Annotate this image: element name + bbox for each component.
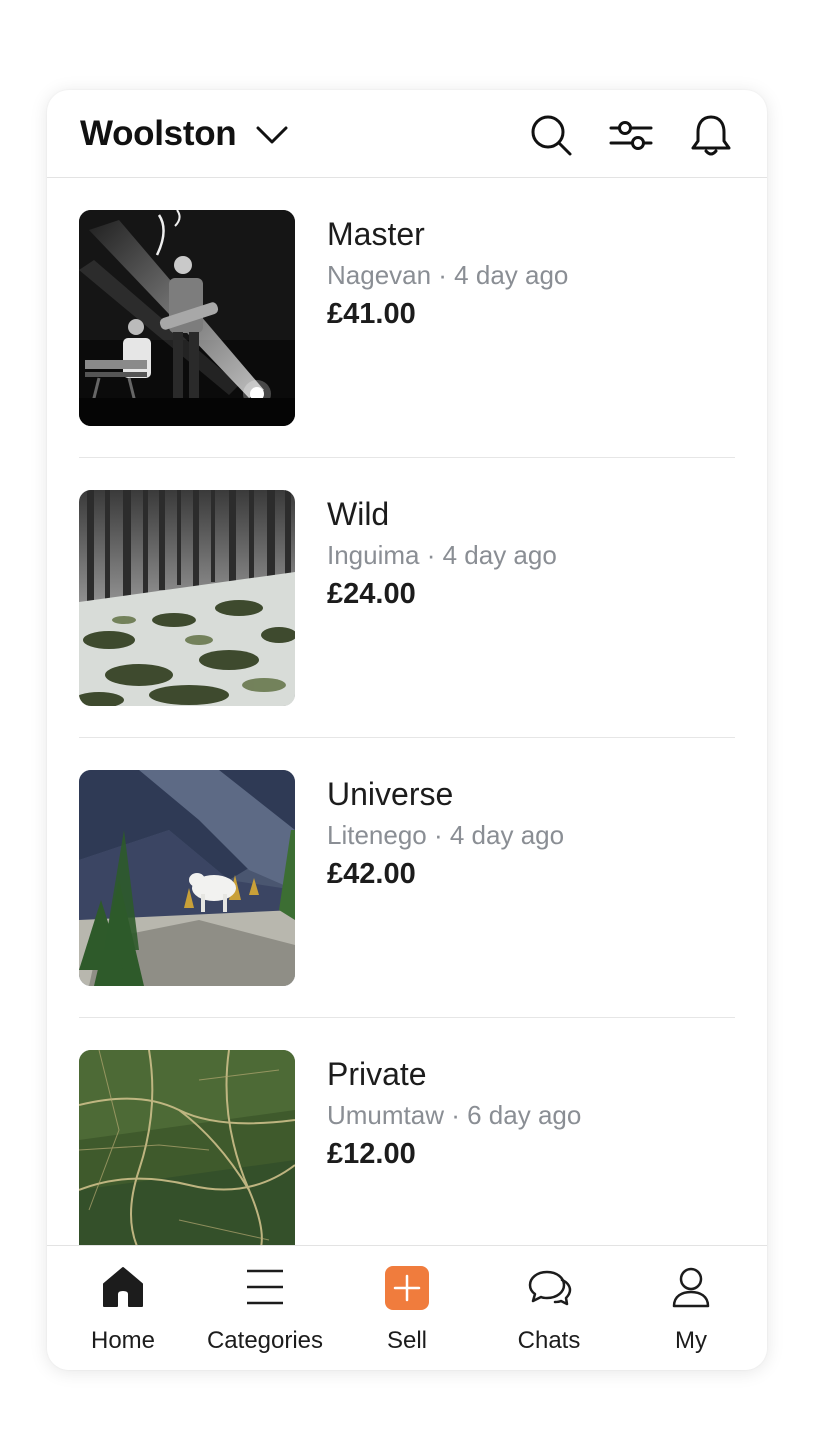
app-screen: Woolston Master Nagevan · 4 day ago £41.… xyxy=(47,90,767,1370)
listing-title: Wild xyxy=(327,496,390,532)
tab-label: My xyxy=(675,1327,707,1354)
bell-icon xyxy=(691,115,731,156)
listing-thumbnail xyxy=(79,770,295,986)
listing-thumbnail xyxy=(79,490,295,706)
mountain-goat-photo xyxy=(79,770,295,986)
concert-stage-photo xyxy=(79,210,295,426)
listing-meta: Litenego · 4 day ago xyxy=(327,820,565,850)
user-icon xyxy=(672,1267,710,1308)
listing-title: Private xyxy=(327,1056,427,1092)
listing-title: Master xyxy=(327,216,425,252)
tab-sell[interactable]: Sell xyxy=(337,1246,477,1370)
listing-meta: Nagevan · 4 day ago xyxy=(327,260,569,290)
snowy-forest-photo xyxy=(79,490,295,706)
tab-home[interactable]: Home xyxy=(53,1246,193,1370)
listing-item[interactable]: Master Nagevan · 4 day ago £41.00 xyxy=(79,178,735,458)
home-icon-wrap xyxy=(100,1264,146,1310)
filter-sliders-icon xyxy=(609,121,653,150)
chevron-down-icon xyxy=(256,126,288,144)
tab-label: Chats xyxy=(517,1327,581,1354)
sell-badge xyxy=(385,1266,429,1310)
tab-categories[interactable]: Categories xyxy=(195,1246,335,1370)
listing-title: Universe xyxy=(327,776,454,812)
listing-price: £41.00 xyxy=(327,298,416,330)
tab-label: Categories xyxy=(206,1327,324,1354)
tab-label: Sell xyxy=(386,1327,428,1354)
tab-label: Home xyxy=(90,1327,156,1354)
listing-item[interactable]: Private Umumtaw · 6 day ago £12.00 xyxy=(79,1018,735,1245)
bottom-tab-bar: Home Categories Sell Chats My xyxy=(47,1245,767,1370)
top-bar: Woolston xyxy=(47,90,767,178)
listing-thumbnail xyxy=(79,210,295,426)
listing-item[interactable]: Universe Litenego · 4 day ago £42.00 xyxy=(79,738,735,1018)
tab-my[interactable]: My xyxy=(621,1246,761,1370)
listing-item[interactable]: Wild Inguima · 4 day ago £24.00 xyxy=(79,458,735,738)
plus-icon xyxy=(393,1274,421,1302)
listing-price: £24.00 xyxy=(327,578,416,610)
search-icon xyxy=(531,115,572,156)
menu-lines-icon xyxy=(247,1269,283,1305)
chat-icon-wrap xyxy=(526,1264,572,1310)
menu-icon-wrap xyxy=(242,1264,288,1310)
location-selector[interactable]: Woolston xyxy=(80,112,288,156)
chat-bubbles-icon xyxy=(528,1270,572,1306)
tab-chats[interactable]: Chats xyxy=(479,1246,619,1370)
notifications-button[interactable] xyxy=(688,112,734,158)
home-icon xyxy=(103,1267,143,1307)
search-button[interactable] xyxy=(528,112,574,158)
listing-feed: Master Nagevan · 4 day ago £41.00 Wild I… xyxy=(47,178,767,1245)
aerial-landscape-photo xyxy=(79,1050,295,1245)
listing-meta: Umumtaw · 6 day ago xyxy=(327,1100,582,1130)
listing-meta: Inguima · 4 day ago xyxy=(327,540,557,570)
location-name: Woolston xyxy=(80,114,237,153)
listing-price: £42.00 xyxy=(327,858,416,890)
filter-button[interactable] xyxy=(608,112,654,158)
user-icon-wrap xyxy=(668,1264,714,1310)
listing-thumbnail xyxy=(79,1050,295,1245)
listing-price: £12.00 xyxy=(327,1138,416,1170)
